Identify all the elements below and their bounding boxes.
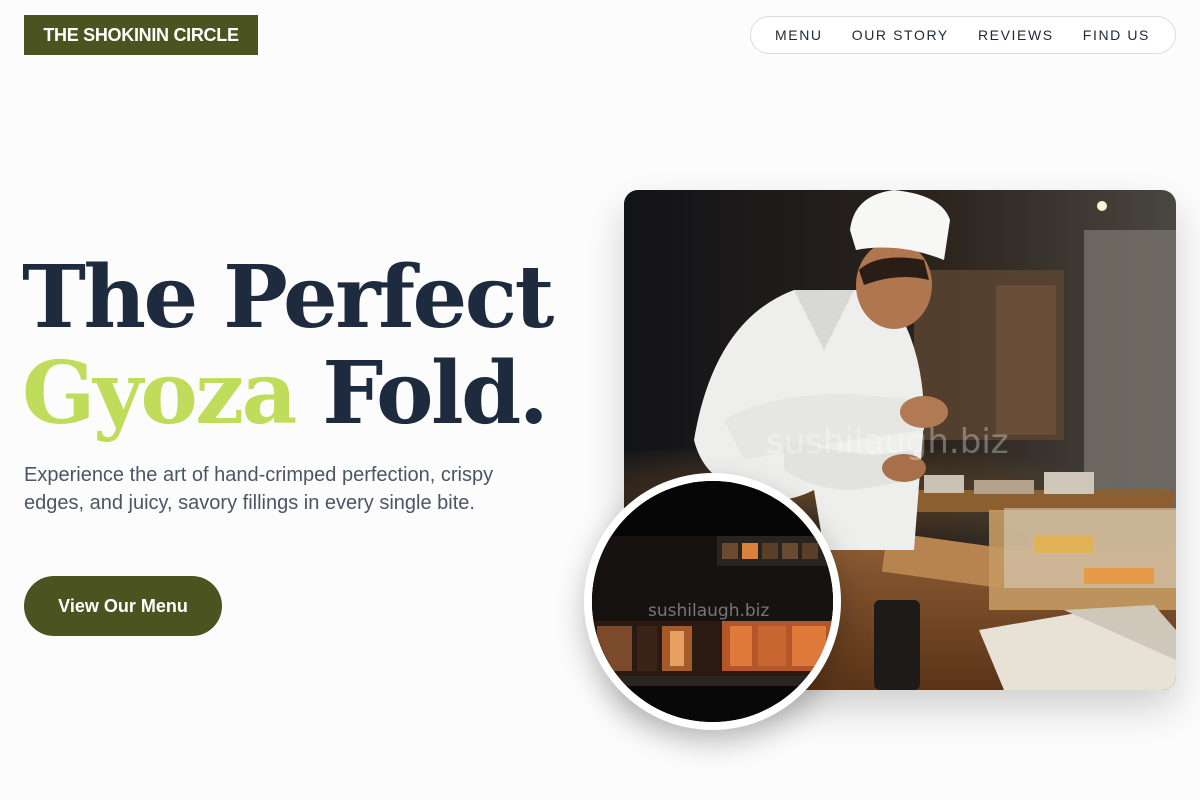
main-nav: MENU OUR STORY REVIEWS FIND US [750,16,1176,54]
main-photo-watermark: sushilaugh.biz [766,422,1009,462]
nav-link-reviews[interactable]: REVIEWS [978,27,1054,43]
headline-accent-word: Gyoza [22,343,297,444]
storefront-inset-frame: sushilaugh.biz [592,481,833,722]
view-menu-button[interactable]: View Our Menu [24,576,222,636]
nav-link-menu[interactable]: MENU [775,27,823,43]
headline-line-2-rest: Fold. [294,343,548,444]
headline-line-2: Gyoza Fold. [22,346,552,442]
hero-headline: The Perfect Gyoza Fold. [22,247,554,442]
nav-link-find-us[interactable]: FIND US [1083,27,1150,43]
storefront-inset-photo: sushilaugh.biz [584,473,841,730]
hero-subtitle: Experience the art of hand-crimped perfe… [24,464,494,514]
inset-photo-watermark: sushilaugh.biz [648,601,770,621]
headline-line-1: The Perfect [22,247,554,348]
nav-link-our-story[interactable]: OUR STORY [852,27,949,43]
brand-logo[interactable]: THE SHOKININ CIRCLE [24,15,258,55]
